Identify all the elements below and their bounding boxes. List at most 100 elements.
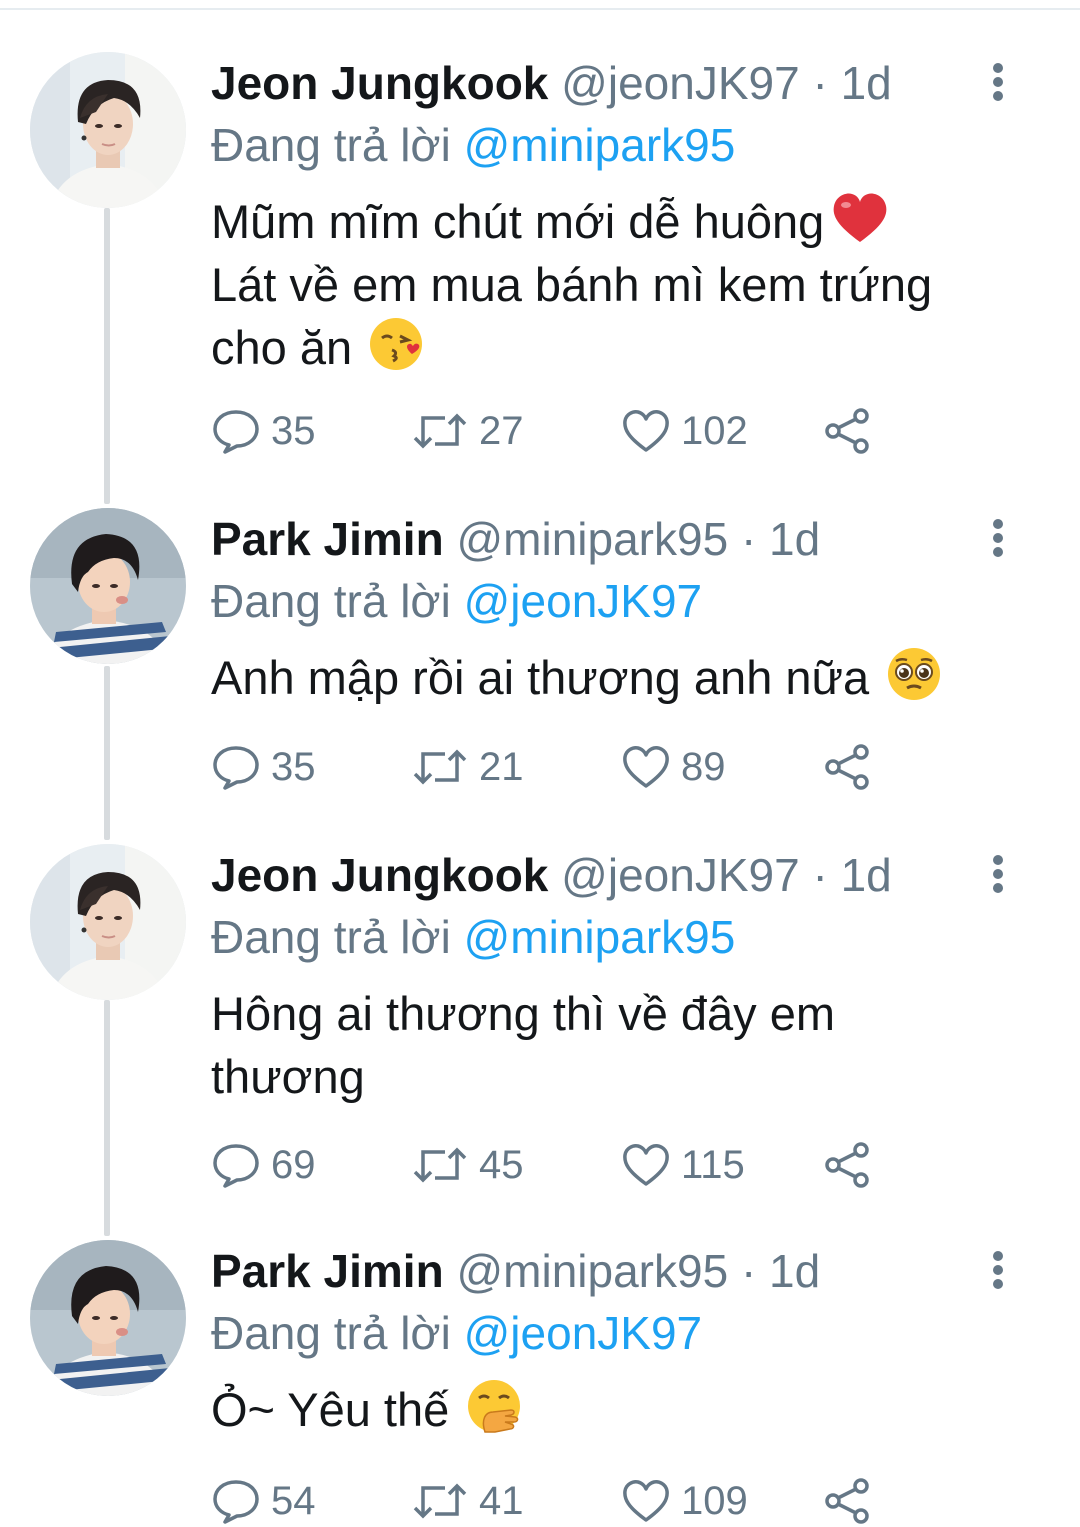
- like-button[interactable]: 115: [621, 1140, 745, 1190]
- tweet-header: Park Jimin @minipark95 · 1d: [211, 508, 820, 570]
- share-button[interactable]: [823, 1476, 873, 1526]
- top-divider: [0, 0, 1080, 10]
- replying-to: Đang trả lời @jeonJK97: [211, 570, 702, 632]
- tweet-header: Park Jimin @minipark95 · 1d: [211, 1240, 820, 1302]
- display-name[interactable]: Jeon Jungkook: [211, 849, 548, 901]
- more-options-icon[interactable]: [976, 1248, 1020, 1292]
- reply-icon: [213, 1480, 259, 1524]
- user-handle[interactable]: @jeonJK97: [561, 57, 800, 109]
- reply-count: 35: [271, 408, 316, 453]
- jungkook-avatar-image: [30, 844, 186, 1000]
- tweet-actions: 69 45 115: [211, 1140, 911, 1190]
- tweet-text-line: thương: [211, 1050, 365, 1103]
- tweet-text: Mũm mĩm chút mới dễ huông Lát về em mua …: [211, 190, 1011, 379]
- more-options-icon[interactable]: [976, 60, 1020, 104]
- retweet-button[interactable]: 45: [411, 1140, 524, 1190]
- tweet-actions: 35 27 102: [211, 406, 911, 456]
- avatar[interactable]: [30, 844, 186, 1000]
- replying-to: Đang trả lời @minipark95: [211, 906, 735, 968]
- like-count: 102: [681, 408, 748, 453]
- share-icon: [825, 1478, 869, 1524]
- retweet-count: 45: [479, 1142, 524, 1187]
- replying-to-label: Đang trả lời: [211, 575, 451, 627]
- share-button[interactable]: [823, 406, 873, 456]
- tweet-text-line: Anh mập rồi ai thương anh nữa: [211, 651, 870, 704]
- tweet-text: Anh mập rồi ai thương anh nữa: [211, 646, 1011, 709]
- share-button[interactable]: [823, 1140, 873, 1190]
- tweet-text-line: Hông ai thương thì về đây em: [211, 987, 836, 1040]
- tweet-actions: 54 41 109: [211, 1476, 911, 1526]
- retweet-icon: [413, 749, 467, 785]
- timestamp[interactable]: 1d: [841, 849, 892, 901]
- tweet[interactable]: Park Jimin @minipark95 · 1d Đang trả lời…: [0, 508, 1080, 808]
- avatar[interactable]: [30, 508, 186, 664]
- like-count: 89: [681, 744, 726, 789]
- reply-button[interactable]: 54: [211, 1476, 316, 1526]
- replying-to: Đang trả lời @minipark95: [211, 114, 735, 176]
- retweet-button[interactable]: 27: [411, 406, 524, 456]
- retweet-button[interactable]: 21: [411, 742, 524, 792]
- share-button[interactable]: [823, 742, 873, 792]
- mention-link[interactable]: @minipark95: [464, 119, 736, 171]
- tweet-text: Ỏ~ Yêu thế: [211, 1378, 1011, 1441]
- like-button[interactable]: 109: [621, 1476, 748, 1526]
- share-icon: [825, 408, 869, 454]
- user-handle[interactable]: @minipark95: [456, 1245, 728, 1297]
- mention-link[interactable]: @jeonJK97: [464, 575, 703, 627]
- retweet-count: 27: [479, 408, 524, 453]
- display-name[interactable]: Park Jimin: [211, 1245, 444, 1297]
- reply-button[interactable]: 35: [211, 742, 316, 792]
- reply-button[interactable]: 69: [211, 1140, 316, 1190]
- heart-icon: [623, 410, 669, 452]
- separator-dot: ·: [740, 513, 757, 565]
- jimin-avatar-image: [30, 508, 186, 664]
- timestamp[interactable]: 1d: [769, 1245, 820, 1297]
- face-blowing-kiss-emoji: [370, 318, 423, 370]
- retweet-button[interactable]: 41: [411, 1476, 524, 1526]
- avatar[interactable]: [30, 52, 186, 208]
- user-handle[interactable]: @jeonJK97: [561, 849, 800, 901]
- display-name[interactable]: Park Jimin: [211, 513, 444, 565]
- tweet-text-line: Ỏ~ Yêu thế: [211, 1383, 450, 1436]
- more-options-icon[interactable]: [976, 516, 1020, 560]
- user-handle[interactable]: @minipark95: [456, 513, 728, 565]
- tweet-header: Jeon Jungkook @jeonJK97 · 1d: [211, 52, 892, 114]
- jungkook-avatar-image: [30, 52, 186, 208]
- reply-count: 69: [271, 1142, 316, 1187]
- reply-icon: [213, 746, 259, 790]
- reply-button[interactable]: 35: [211, 406, 316, 456]
- retweet-icon: [413, 413, 467, 449]
- tweet-actions: 35 21 89: [211, 742, 911, 792]
- share-icon: [825, 744, 869, 790]
- replying-to-label: Đang trả lời: [211, 1307, 451, 1359]
- separator-dot: ·: [812, 57, 828, 109]
- heart-icon: [623, 1144, 669, 1186]
- retweet-count: 41: [479, 1478, 524, 1523]
- share-icon: [825, 1142, 869, 1188]
- reply-count: 54: [271, 1478, 316, 1523]
- timestamp[interactable]: 1d: [841, 57, 892, 109]
- separator-dot: ·: [812, 849, 828, 901]
- mention-link[interactable]: @jeonJK97: [464, 1307, 703, 1359]
- like-button[interactable]: 89: [621, 742, 726, 792]
- replying-to-label: Đang trả lời: [211, 119, 451, 171]
- like-button[interactable]: 102: [621, 406, 748, 456]
- retweet-count: 21: [479, 744, 524, 789]
- replying-to-label: Đang trả lời: [211, 911, 451, 963]
- tweet-header: Jeon Jungkook @jeonJK97 · 1d: [211, 844, 892, 906]
- reply-icon: [213, 410, 259, 454]
- red-heart-emoji: [833, 193, 887, 242]
- timestamp[interactable]: 1d: [769, 513, 820, 565]
- like-count: 115: [681, 1142, 745, 1187]
- heart-icon: [623, 1480, 669, 1522]
- avatar[interactable]: [30, 1240, 186, 1396]
- more-options-icon[interactable]: [976, 852, 1020, 896]
- tweet[interactable]: Jeon Jungkook @jeonJK97 · 1d Đang trả lờ…: [0, 844, 1080, 1204]
- mention-link[interactable]: @minipark95: [464, 911, 736, 963]
- reply-count: 35: [271, 744, 316, 789]
- heart-icon: [623, 746, 669, 788]
- tweet[interactable]: Jeon Jungkook @jeonJK97 · 1d Đang trả lờ…: [0, 52, 1080, 472]
- display-name[interactable]: Jeon Jungkook: [211, 57, 548, 109]
- tweet[interactable]: Park Jimin @minipark95 · 1d Đang trả lời…: [0, 1240, 1080, 1527]
- like-count: 109: [681, 1478, 748, 1523]
